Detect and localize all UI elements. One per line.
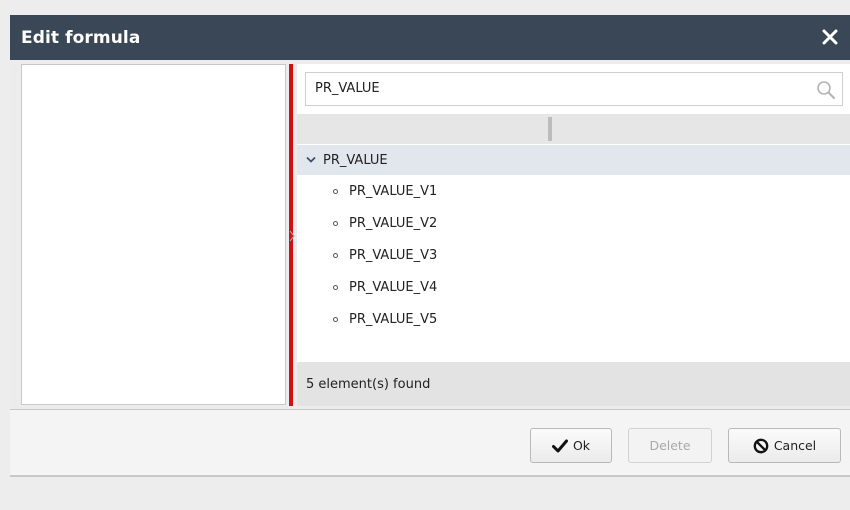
dialog-title: Edit formula	[21, 27, 141, 48]
splitter-grip-icon	[289, 230, 295, 242]
chevron-down-icon[interactable]	[306, 156, 316, 164]
prohibited-icon	[753, 438, 769, 454]
dialog-titlebar: Edit formula	[10, 15, 850, 60]
delete-button-label: Delete	[649, 438, 691, 453]
delete-button[interactable]: Delete	[628, 428, 712, 463]
checkmark-icon	[551, 439, 568, 453]
tree-item[interactable]: PR_VALUE_V3	[297, 239, 850, 271]
search-input-value: PR_VALUE	[315, 81, 380, 96]
tree-root-node[interactable]: PR_VALUE	[297, 145, 850, 175]
search-icon[interactable]	[816, 80, 836, 104]
bullet-icon	[333, 284, 338, 290]
formula-editor-pane[interactable]	[21, 64, 286, 405]
results-status-bar: 5 element(s) found	[297, 362, 850, 406]
cancel-button-label: Cancel	[773, 438, 817, 453]
column-header-bar	[297, 114, 850, 144]
results-count: 5 element(s) found	[306, 376, 431, 392]
tree-root-label: PR_VALUE	[323, 152, 388, 168]
tree-item-label: PR_VALUE_V1	[349, 183, 438, 199]
close-icon[interactable]	[819, 26, 841, 48]
tree-item-label: PR_VALUE_V2	[349, 215, 438, 231]
tree-item[interactable]: PR_VALUE_V1	[297, 175, 850, 207]
tree-item[interactable]: PR_VALUE_V4	[297, 271, 850, 303]
dialog-footer	[10, 410, 850, 476]
search-input[interactable]: PR_VALUE	[305, 72, 843, 106]
bullet-icon	[333, 220, 338, 226]
ok-button[interactable]: Ok	[530, 428, 612, 463]
bullet-icon	[333, 188, 338, 194]
bullet-icon	[333, 252, 338, 258]
ok-button-label: Ok	[572, 438, 591, 453]
tree-item[interactable]: PR_VALUE_V2	[297, 207, 850, 239]
column-resize-handle[interactable]	[548, 117, 552, 141]
tree-item-label: PR_VALUE_V3	[349, 247, 438, 263]
tree-item-label: PR_VALUE_V5	[349, 311, 438, 327]
cancel-button[interactable]: Cancel	[728, 428, 841, 463]
dialog-bottom-area	[10, 477, 850, 510]
bullet-icon	[333, 316, 338, 322]
tree-item-label: PR_VALUE_V4	[349, 279, 438, 295]
tree-item[interactable]: PR_VALUE_V5	[297, 303, 850, 335]
